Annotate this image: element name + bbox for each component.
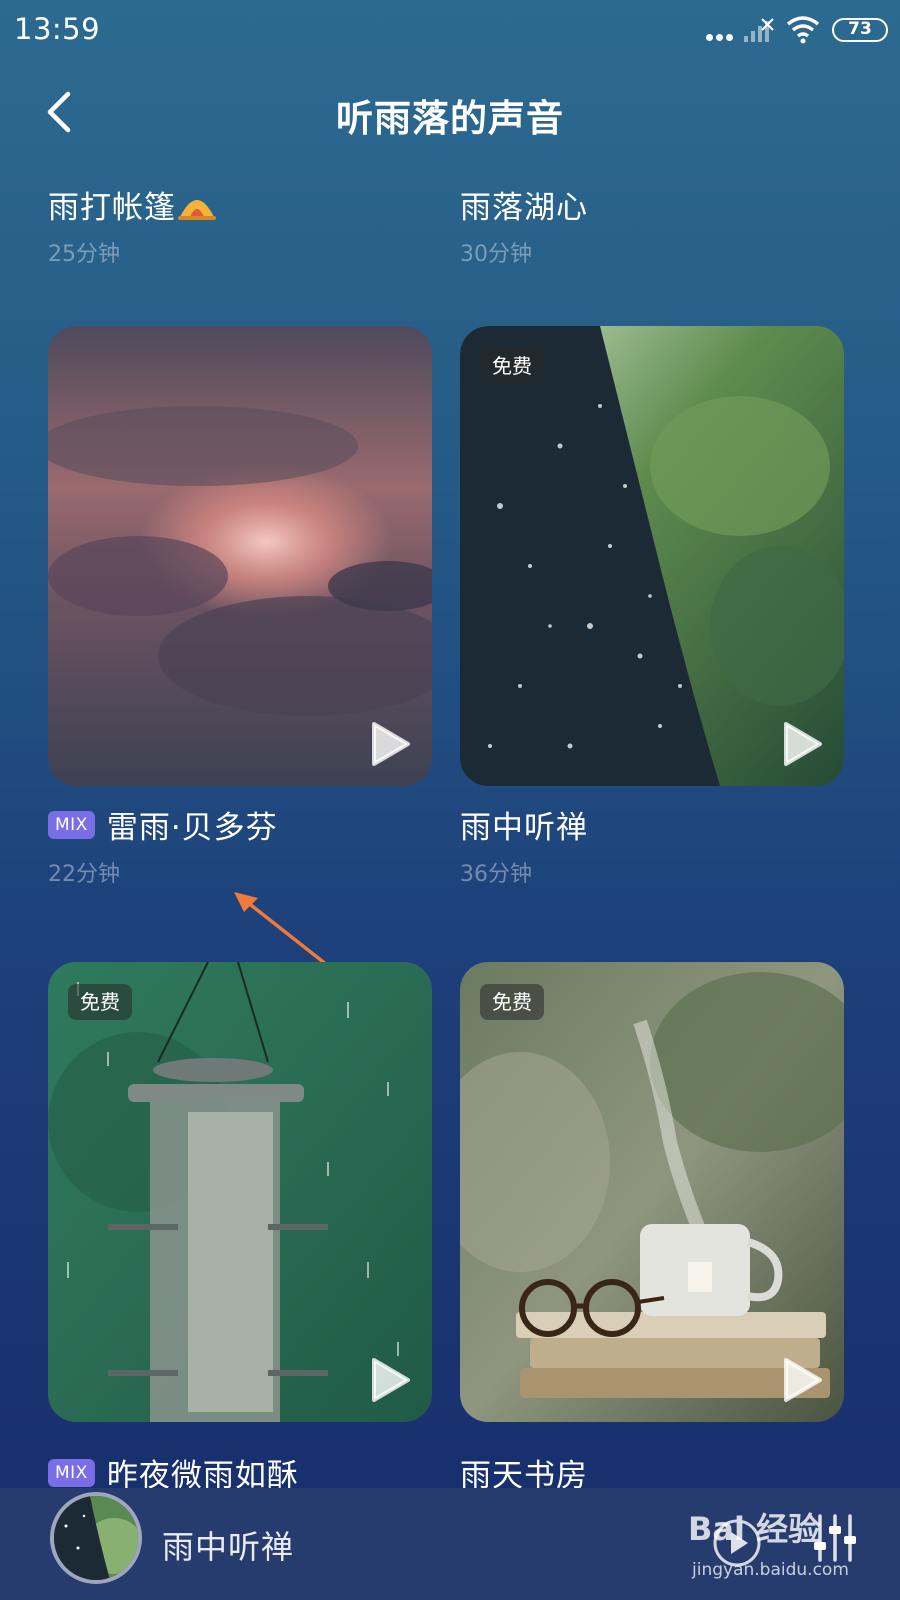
rain-zen-thumbnail-image <box>54 1496 138 1580</box>
player-thumbnail[interactable] <box>50 1492 142 1584</box>
free-badge: 免费 <box>480 348 544 384</box>
item-duration-2: 22分钟 <box>48 862 120 887</box>
battery-icon: 73 <box>832 18 888 42</box>
tent-icon <box>178 199 216 220</box>
play-icon[interactable] <box>368 720 412 768</box>
item-duration-0: 25分钟 <box>48 242 120 267</box>
thunderstorm-image <box>48 326 432 786</box>
item-title-1[interactable]: 雨落湖心 <box>460 182 588 227</box>
feeder-rain-image <box>48 962 432 1422</box>
play-icon[interactable] <box>368 1356 412 1404</box>
sound-card-rain-zen[interactable]: 免费 <box>460 326 844 786</box>
sound-card-thunderstorm[interactable] <box>48 326 432 786</box>
baidu-watermark: Bai 经验 jingyan.baidu.com <box>688 1504 888 1594</box>
free-badge: 免费 <box>68 984 132 1020</box>
sound-card-study[interactable]: 免费 <box>460 962 844 1422</box>
item-title-2[interactable]: MIX 雷雨·贝多芬 <box>48 802 278 847</box>
watermark-logo: Bai 经验 <box>688 1510 821 1548</box>
item-duration-3: 36分钟 <box>460 862 532 887</box>
mix-badge: MIX <box>48 1458 95 1487</box>
play-icon[interactable] <box>780 720 824 768</box>
status-bar: 13:59 73 <box>0 0 900 64</box>
play-icon[interactable] <box>780 1356 824 1404</box>
wifi-icon <box>786 16 820 44</box>
header: 听雨落的声音 <box>0 70 900 154</box>
more-dots-icon <box>706 26 736 41</box>
item-title-3[interactable]: 雨中听禅 <box>460 802 588 847</box>
item-duration-1: 30分钟 <box>460 242 532 267</box>
study-rain-image <box>460 962 844 1422</box>
rain-zen-image <box>460 326 844 786</box>
free-badge: 免费 <box>480 984 544 1020</box>
page-title: 听雨落的声音 <box>336 97 564 140</box>
item-title-0[interactable]: 雨打帐篷 <box>48 182 216 227</box>
mix-badge: MIX <box>48 810 95 839</box>
watermark-url: jingyan.baidu.com <box>692 1560 849 1580</box>
status-time: 13:59 <box>14 12 101 46</box>
player-title: 雨中听禅 <box>162 1528 295 1566</box>
sound-card-feeder[interactable]: 免费 <box>48 962 432 1422</box>
signal-icon <box>744 18 774 42</box>
